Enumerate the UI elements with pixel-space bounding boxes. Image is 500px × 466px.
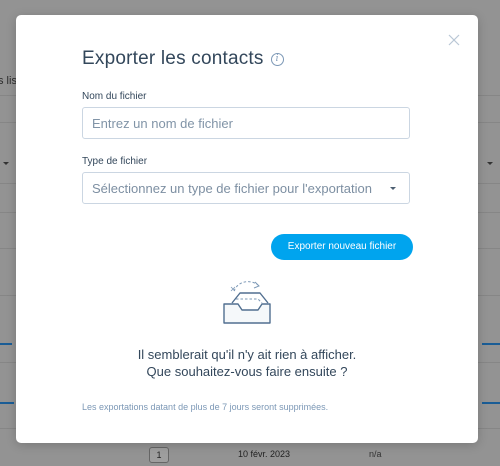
- file-type-select[interactable]: Sélectionnez un type de fichier pour l'e…: [82, 172, 410, 204]
- background-chart-line: [482, 402, 500, 404]
- background-row-date: 10 févr. 2023: [238, 449, 291, 459]
- close-icon: [448, 34, 460, 46]
- file-type-label: Type de fichier: [82, 156, 148, 167]
- file-name-input[interactable]: [83, 108, 392, 138]
- file-type-placeholder: Sélectionnez un type de fichier pour l'e…: [92, 181, 372, 196]
- empty-state-message: Il semblerait qu'il n'y ait rien à affic…: [137, 347, 357, 362]
- file-name-label: Nom du fichier: [82, 91, 147, 102]
- file-name-field: [82, 107, 410, 139]
- close-button[interactable]: [447, 33, 461, 47]
- dialog-title: Exporter les contacts: [82, 48, 264, 69]
- chevron-down-icon: [390, 187, 396, 190]
- retention-note: Les exportations datant de plus de 7 jou…: [82, 402, 329, 412]
- background-row-badge: 1: [149, 447, 169, 463]
- empty-tray-icon: [223, 281, 271, 324]
- dialog-header: Exporter les contacts i: [82, 48, 284, 70]
- background-caret-icon: [487, 162, 493, 165]
- export-new-file-button[interactable]: Exporter nouveau fichier: [271, 234, 413, 260]
- background-chart-line: [0, 343, 12, 345]
- empty-state-question: Que souhaitez-vous faire ensuite ?: [146, 364, 348, 379]
- background-row-status: n/a: [369, 449, 382, 459]
- background-caret-icon: [3, 162, 9, 165]
- background-chart-line: [482, 343, 500, 345]
- export-contacts-dialog: Exporter les contacts i Nom du fichier T…: [16, 15, 478, 443]
- background-chart-line: [0, 402, 14, 404]
- background-partial-text: s lis: [0, 75, 17, 87]
- info-icon[interactable]: i: [270, 52, 284, 66]
